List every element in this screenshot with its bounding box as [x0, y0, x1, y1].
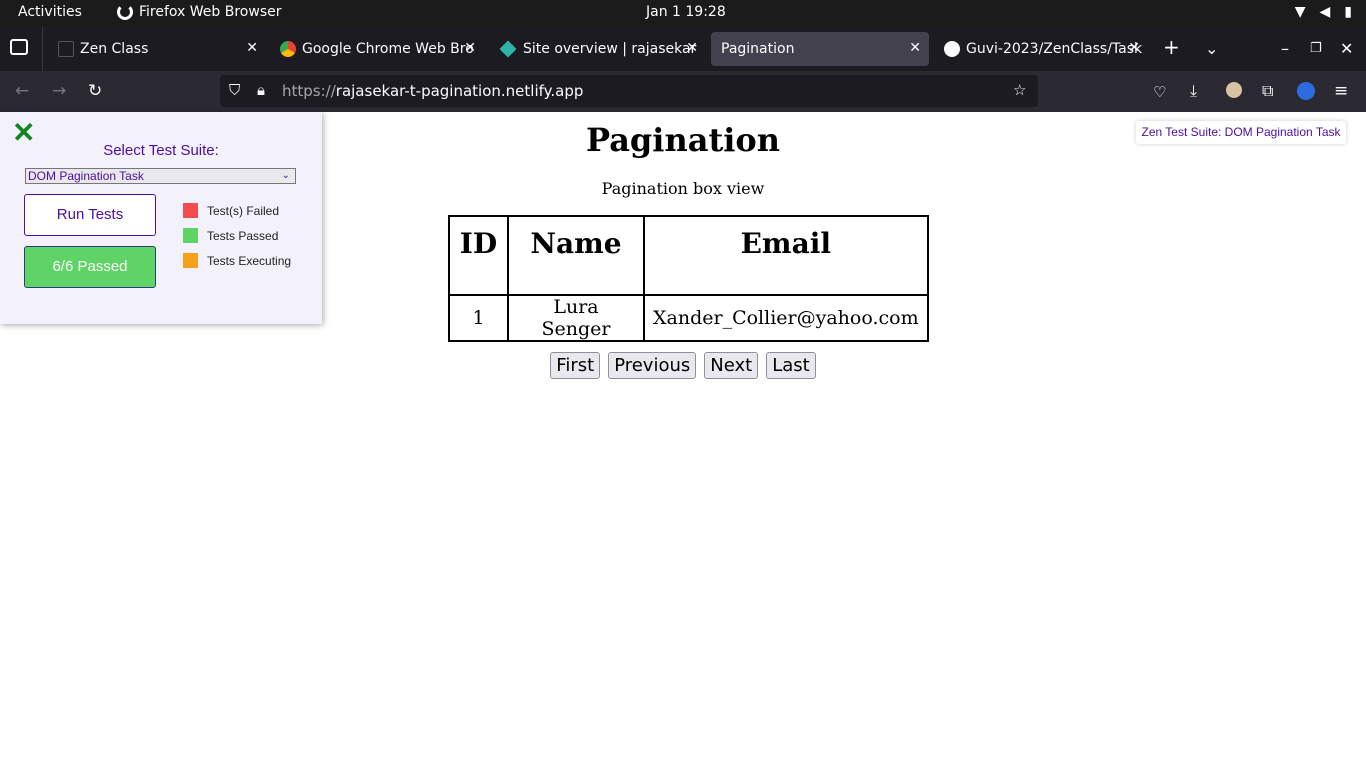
legend-passed: Tests Passed: [183, 228, 278, 243]
tab-title: Zen Class: [80, 41, 149, 57]
next-button[interactable]: Next: [704, 352, 759, 379]
executing-swatch: [183, 253, 198, 268]
legend-label: Test(s) Failed: [207, 203, 280, 218]
legend-executing: Tests Executing: [183, 253, 291, 268]
minimize-icon[interactable]: –: [1281, 39, 1289, 58]
tab-chrome[interactable]: Google Chrome Web Bro ✕: [270, 32, 484, 66]
run-tests-button[interactable]: Run Tests: [24, 194, 156, 236]
forward-icon[interactable]: →: [52, 81, 66, 101]
restore-icon[interactable]: ❐: [1310, 41, 1322, 56]
legend-label: Tests Passed: [207, 228, 279, 243]
tab-title: Guvi-2023/ZenClass/Task: [966, 41, 1143, 57]
tab-title: Google Chrome Web Bro: [302, 41, 474, 57]
cell-email: Xander_Collier@yahoo.com: [643, 294, 929, 342]
github-icon: [944, 41, 960, 57]
last-button[interactable]: Last: [766, 352, 816, 379]
pagination-controls: First Previous Next Last: [0, 352, 1366, 379]
account-avatar[interactable]: [1226, 82, 1242, 98]
menu-icon[interactable]: ≡: [1334, 81, 1348, 101]
netlify-icon: [499, 40, 517, 58]
download-icon[interactable]: ⤓: [1190, 81, 1197, 101]
navigation-bar: ← → ↻ ⛉ 🔒︎ https://rajasekar-t-paginatio…: [0, 71, 1366, 112]
header-email: Email: [643, 215, 929, 296]
close-tab-icon[interactable]: ✕: [909, 40, 921, 56]
cell-name: Lura Senger: [507, 294, 645, 342]
tab-title: Pagination: [721, 41, 795, 57]
first-button[interactable]: First: [550, 352, 601, 379]
failed-swatch: [183, 203, 198, 218]
tab-title: Site overview | rajasekar: [523, 41, 697, 57]
volume-icon: ◀: [1319, 4, 1331, 20]
firefox-view-icon[interactable]: [10, 39, 28, 55]
clock[interactable]: Jan 1 19:28: [646, 4, 726, 20]
table-row: 1 Lura Senger Xander_Collier@yahoo.com: [448, 294, 929, 342]
header-id: ID: [448, 215, 509, 296]
select-suite-label: Select Test Suite:: [103, 142, 219, 159]
tab-github[interactable]: Guvi-2023/ZenClass/Task ✕: [934, 32, 1148, 66]
cell-id: 1: [448, 294, 509, 342]
battery-icon: ▮: [1344, 4, 1352, 20]
close-tab-icon[interactable]: ✕: [464, 40, 476, 56]
close-tab-icon[interactable]: ✕: [246, 40, 258, 56]
close-window-icon[interactable]: ✕: [1340, 39, 1353, 58]
tab-site-overview[interactable]: Site overview | rajasekar ✕: [490, 32, 706, 66]
test-suite-panel: ✕ Select Test Suite: DOM Pagination Task…: [0, 112, 322, 324]
tab-separator: [42, 27, 43, 71]
back-icon[interactable]: ←: [15, 81, 29, 101]
results-button[interactable]: 6/6 Passed: [24, 246, 156, 288]
data-table: ID Name Email 1 Lura Senger Xander_Colli…: [448, 215, 929, 342]
chevron-down-icon[interactable]: ⌄: [1205, 39, 1218, 58]
app-name: Firefox Web Browser: [139, 4, 282, 20]
previous-button[interactable]: Previous: [608, 352, 697, 379]
table-header-row: ID Name Email: [448, 215, 929, 296]
url-host: rajasekar-t-pagination.netlify.app: [335, 82, 584, 100]
suite-badge: Zen Test Suite: DOM Pagination Task: [1136, 121, 1346, 144]
selected-suite: DOM Pagination Task: [28, 169, 144, 183]
close-tab-icon[interactable]: ✕: [686, 40, 698, 56]
lock-icon[interactable]: 🔒︎: [257, 81, 265, 99]
activities-button[interactable]: Activities: [18, 4, 82, 20]
system-top-bar: Activities Firefox Web Browser Jan 1 19:…: [0, 0, 1366, 27]
new-tab-icon[interactable]: +: [1163, 35, 1180, 59]
legend-failed: Test(s) Failed: [183, 203, 279, 218]
firefox-icon: [117, 4, 133, 20]
legend-label: Tests Executing: [207, 253, 292, 268]
tab-pagination[interactable]: Pagination ✕: [711, 32, 929, 66]
header-name: Name: [507, 215, 645, 296]
chrome-icon: [280, 41, 296, 57]
close-tab-icon[interactable]: ✕: [1128, 40, 1140, 56]
app-menu[interactable]: Firefox Web Browser: [117, 4, 282, 20]
url-text[interactable]: https://rajasekar-t-pagination.netlify.a…: [282, 82, 583, 100]
bookmark-star-icon[interactable]: ☆: [1013, 81, 1026, 99]
url-scheme: https://: [282, 82, 336, 100]
tab-strip: Zen Class ✕ Google Chrome Web Bro ✕ Site…: [0, 27, 1366, 71]
shield-icon[interactable]: ⛉: [229, 81, 240, 99]
zoom-extension-icon[interactable]: [1297, 82, 1315, 100]
url-bar[interactable]: ⛉ 🔒︎ https://rajasekar-t-pagination.netl…: [220, 75, 1038, 107]
document-icon: [58, 41, 74, 57]
tab-zen-class[interactable]: Zen Class ✕: [48, 32, 266, 66]
chevron-down-icon: ⌄: [281, 170, 290, 181]
system-tray[interactable]: ▼ ◀ ▮: [1295, 4, 1352, 20]
extensions-icon[interactable]: ⧉: [1262, 81, 1273, 101]
reload-icon[interactable]: ↻: [88, 81, 102, 101]
test-suite-select[interactable]: DOM Pagination Task ⌄: [25, 168, 296, 184]
wifi-icon: ▼: [1294, 4, 1306, 20]
pocket-icon[interactable]: ♡: [1153, 83, 1166, 101]
passed-swatch: [183, 228, 198, 243]
